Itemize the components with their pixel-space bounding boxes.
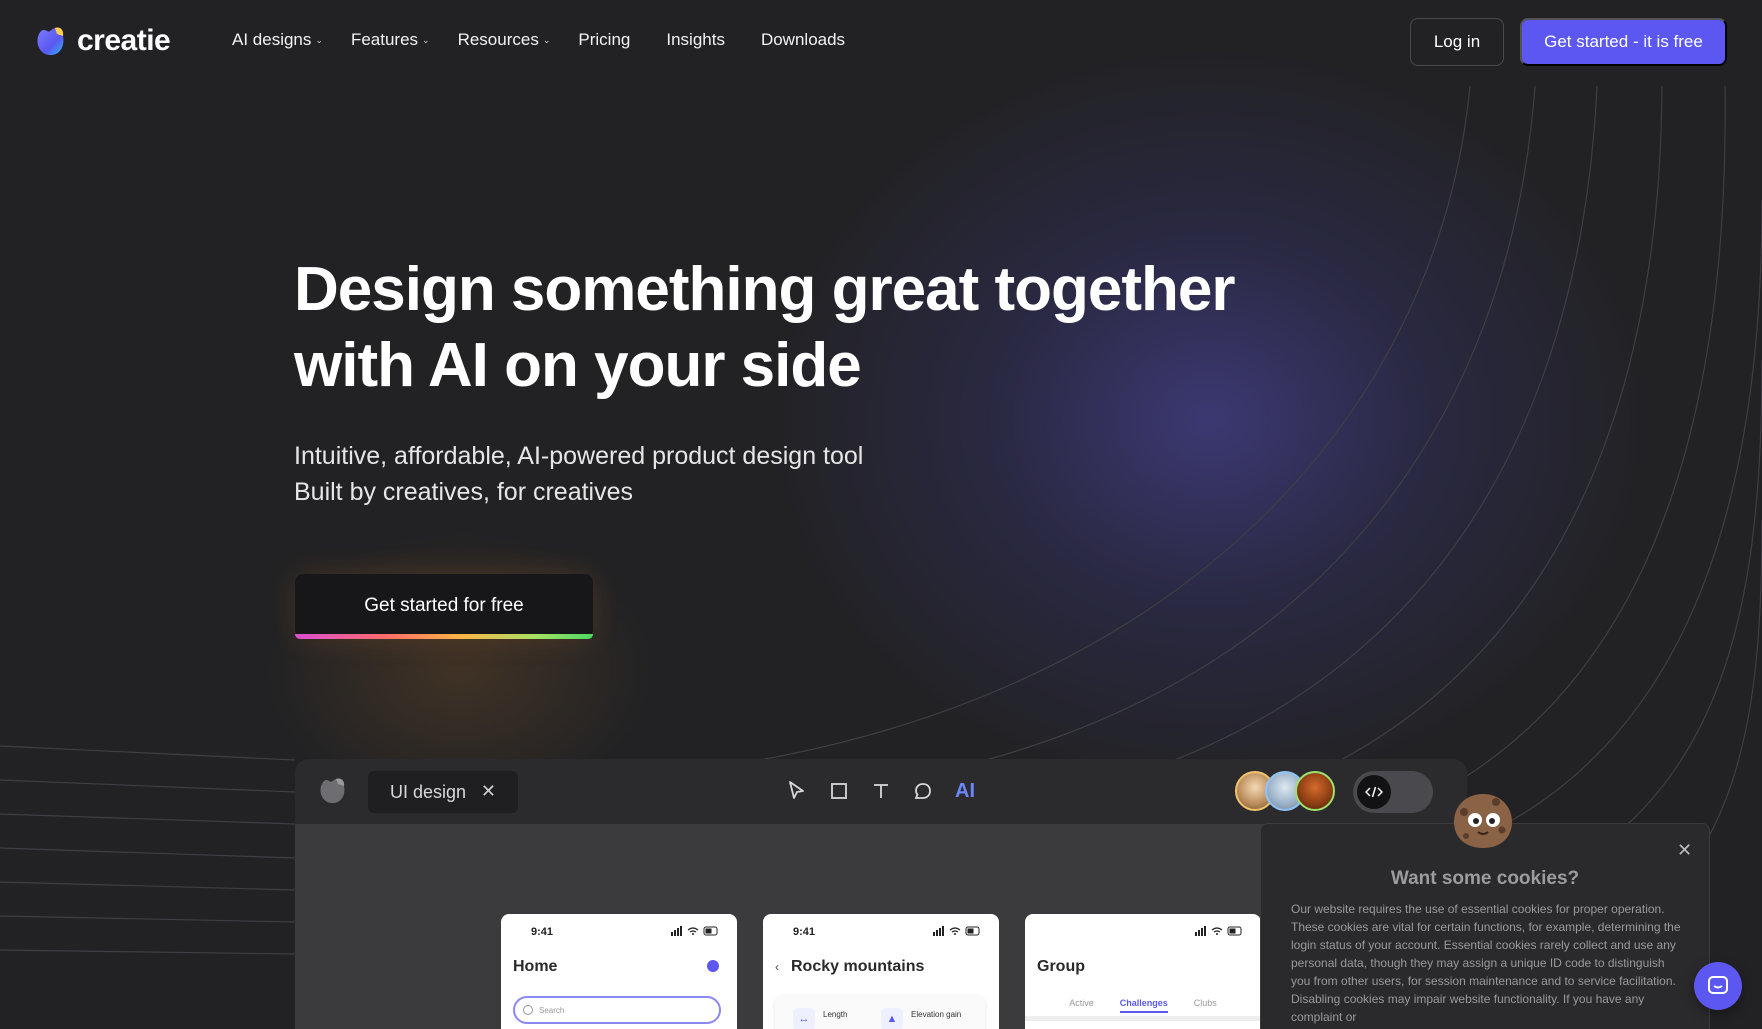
nav-label: Resources	[457, 30, 539, 49]
chevron-down-icon: ⌄	[542, 34, 551, 45]
search-placeholder: Search	[539, 1005, 565, 1015]
code-view-toggle[interactable]	[1353, 771, 1433, 813]
ai-icon[interactable]: AI	[953, 777, 977, 805]
top-nav: creatie AI designs ⌄ Features ⌄ Resource…	[0, 0, 1762, 84]
nav-links: AI designs ⌄ Features ⌄ Resources ⌄ Pric…	[232, 30, 881, 50]
segment-tabs: Active Challenges Clubs	[1025, 998, 1261, 1013]
comment-icon[interactable]	[911, 777, 935, 805]
nav-label: Insights	[666, 30, 725, 49]
nav-label: Features	[350, 30, 419, 49]
status-time: 9:41	[793, 926, 816, 938]
logo-text: creatie	[77, 24, 171, 57]
stat-length-label: Length	[823, 1010, 848, 1019]
cookie-text: Our website requires the use of essentia…	[1291, 902, 1681, 1024]
cookie-title: Want some cookies?	[1390, 868, 1580, 889]
nav-downloads[interactable]: Downloads	[761, 30, 845, 50]
stat-elevation-label: Elevation gain	[911, 1010, 962, 1019]
bell-icon	[707, 960, 719, 972]
tab-clubs[interactable]: Clubs	[1194, 998, 1217, 1013]
elevation-icon: ▲	[881, 1008, 903, 1029]
app-toolbar: UI design ✕ AI	[295, 759, 1467, 825]
cookie-mascot-icon	[1454, 794, 1512, 848]
screen-title: Home	[513, 958, 558, 975]
cursor-icon[interactable]	[785, 777, 809, 805]
close-icon[interactable]: ✕	[1677, 840, 1692, 861]
tab-label: UI design	[390, 781, 467, 802]
avatar[interactable]	[1295, 771, 1335, 811]
tool-bar: AI	[785, 777, 977, 805]
nav-pricing[interactable]: Pricing	[578, 30, 630, 50]
creatie-logo-icon	[37, 27, 64, 56]
hero-title: Design something great together with AI …	[294, 252, 1294, 404]
chevron-left-icon[interactable]: ‹	[775, 960, 779, 974]
close-icon[interactable]: ✕	[481, 781, 496, 802]
nav-label: Pricing	[578, 30, 631, 49]
hero-subtitle-line1: Intuitive, affordable, AI-powered produc…	[294, 442, 864, 470]
nav-features[interactable]: Features ⌄	[351, 30, 430, 50]
divider	[1025, 1016, 1261, 1021]
status-bar-icons	[671, 926, 718, 936]
hero-cta-label: Get started for free	[364, 595, 524, 616]
tab-ui-design[interactable]: UI design ✕	[368, 771, 518, 813]
screen-title: Rocky mountains	[791, 958, 925, 975]
text-icon[interactable]	[869, 777, 893, 805]
status-bar-icons	[933, 926, 980, 936]
nav-resources[interactable]: Resources ⌄	[458, 30, 551, 50]
chevron-down-icon: ⌄	[315, 34, 323, 45]
hero-subtitle-line2: Built by creatives, for creatives	[294, 478, 634, 506]
stats-card: ↔ Length ▲ Elevation gain	[775, 996, 985, 1029]
get-started-free-button[interactable]: Get started for free	[295, 574, 593, 639]
nav-ai-designs[interactable]: AI designs ⌄	[232, 30, 323, 50]
status-time: 9:41	[531, 926, 554, 938]
cookie-banner: ✕ Want some cookies? Our website require…	[1260, 823, 1710, 1029]
screen-title: Group	[1037, 958, 1085, 975]
status-bar-icons	[1195, 926, 1242, 936]
logo[interactable]: creatie	[33, 24, 171, 58]
collaborator-avatars	[1235, 771, 1335, 811]
page: creatie AI designs ⌄ Features ⌄ Resource…	[0, 0, 1762, 1029]
length-icon: ↔	[793, 1008, 815, 1029]
nav-label: AI designs	[232, 30, 312, 49]
hero-title-line1: Design something great together	[294, 255, 1235, 324]
search-input[interactable]: Search	[513, 996, 721, 1024]
chat-icon	[1708, 976, 1728, 994]
app-logo-icon	[320, 778, 345, 804]
hero-subtitle: Intuitive, affordable, AI-powered produc…	[294, 438, 1094, 510]
tab-active[interactable]: Active	[1069, 998, 1094, 1013]
chevron-down-icon: ⌄	[422, 34, 430, 45]
rectangle-icon[interactable]	[827, 777, 851, 805]
tab-challenges[interactable]: Challenges	[1119, 998, 1168, 1013]
phone-frame-rocky-mountains[interactable]: 9:41 ‹ Rocky mountains ↔ Length ▲ Elevat…	[763, 914, 999, 1029]
code-icon	[1357, 775, 1391, 809]
hero-title-line2: with AI on your side	[294, 331, 862, 400]
chat-support-button[interactable]	[1694, 962, 1742, 1010]
nav-label: Downloads	[760, 30, 846, 49]
phone-frame-home[interactable]: 9:41 Home Search	[501, 914, 737, 1029]
login-button[interactable]: Log in	[1410, 18, 1504, 66]
get-started-button[interactable]: Get started - it is free	[1520, 18, 1727, 66]
nav-insights[interactable]: Insights	[666, 30, 725, 50]
search-icon	[523, 1005, 533, 1015]
phone-frame-group[interactable]: Group Active Challenges Clubs	[1025, 914, 1261, 1029]
